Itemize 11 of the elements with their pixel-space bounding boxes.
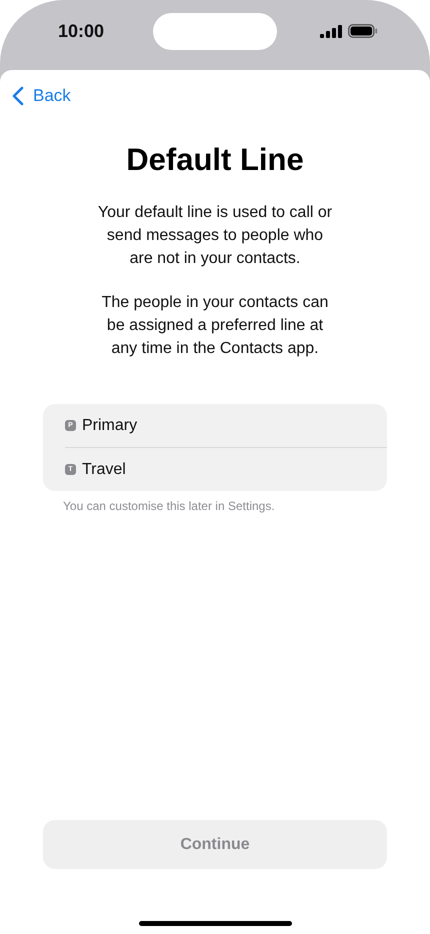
line-label: Travel: [82, 460, 126, 478]
battery-icon: [348, 24, 378, 38]
signal-icon: [320, 24, 342, 38]
status-time: 10:00: [58, 21, 104, 42]
footnote-text: You can customise this later in Settings.: [63, 499, 275, 513]
description-text: Your default line is used to call or send messages to people who are not in your contacts.: [96, 203, 334, 269]
description-text: The people in your contacts can be assigned a preferred line at any time in the Contacts app.: [100, 293, 330, 359]
page-title: Default Line: [126, 142, 304, 178]
back-button[interactable]: Back: [12, 86, 71, 106]
chevron-left-icon: [12, 86, 24, 106]
line-label: Primary: [82, 416, 138, 434]
